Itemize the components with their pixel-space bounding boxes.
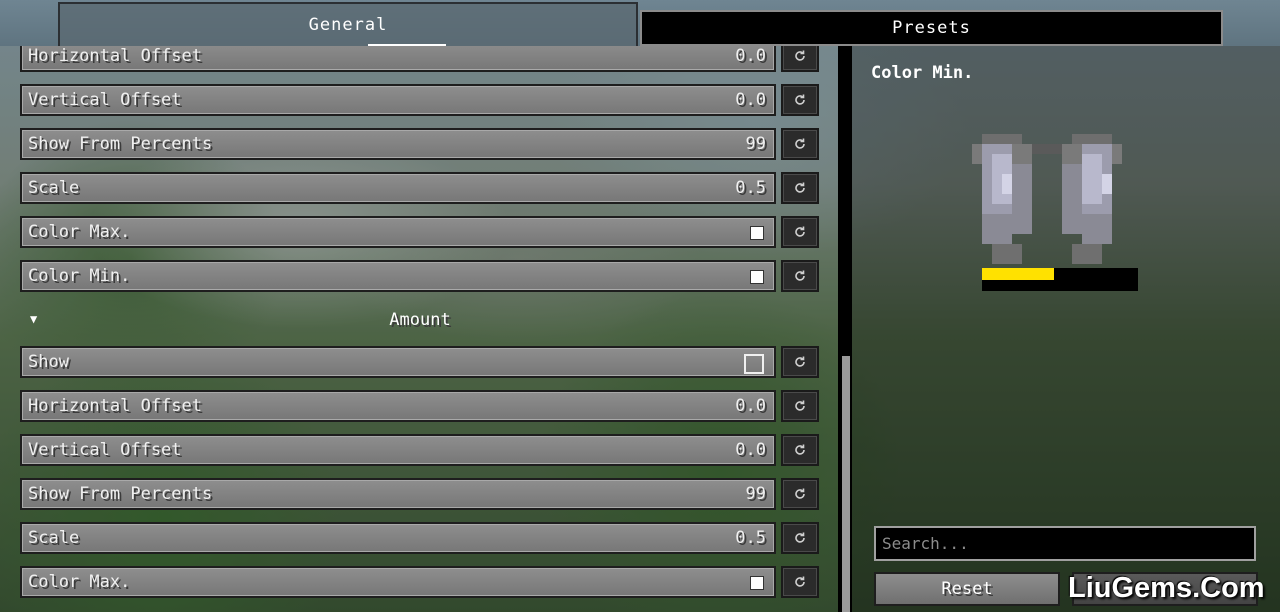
tab-general[interactable]: General (58, 2, 638, 46)
search-input[interactable] (874, 526, 1256, 561)
tab-presets-label: Presets (892, 18, 971, 38)
color-swatch[interactable] (750, 270, 764, 284)
number-field[interactable]: Vertical Offset 0.0 (20, 434, 776, 466)
color-swatch[interactable] (750, 576, 764, 590)
reset-setting-button[interactable] (781, 434, 819, 466)
durability-bar (982, 268, 1138, 291)
color-field[interactable]: Color Max. (20, 566, 776, 598)
setting-label: Vertical Offset (28, 440, 182, 460)
show-checkbox[interactable] (744, 354, 764, 374)
setting-value: 0.5 (735, 528, 766, 548)
setting-row-color-max: Color Max. (20, 566, 820, 598)
durability-bar-fill (982, 268, 1054, 280)
preview-title: Color Min. (871, 63, 974, 83)
settings-list: Horizontal Offset 0.0 Vertical Offset 0.… (0, 46, 838, 612)
reset-setting-button[interactable] (781, 390, 819, 422)
reset-button-label: Reset (941, 579, 993, 599)
setting-value: 0.0 (735, 440, 766, 460)
setting-label: Scale (28, 528, 80, 548)
setting-label: Scale (28, 178, 80, 198)
reset-icon (795, 400, 805, 411)
setting-row-scale: Scale 0.5 (20, 172, 820, 204)
color-field[interactable]: Color Max. (20, 216, 776, 248)
setting-row-show: Show (20, 346, 820, 378)
reset-icon (795, 138, 805, 149)
reset-setting-button[interactable] (781, 566, 819, 598)
reset-icon (795, 488, 805, 499)
reset-icon (795, 226, 805, 237)
number-field[interactable]: Scale 0.5 (20, 172, 776, 204)
setting-label: Show (28, 352, 69, 372)
reset-icon (795, 50, 805, 61)
reset-setting-button[interactable] (781, 172, 819, 204)
setting-label: Horizontal Offset (28, 46, 202, 66)
setting-label: Show From Percents (28, 134, 213, 154)
checkbox-field[interactable]: Show (20, 346, 776, 378)
setting-value: 0.0 (735, 90, 766, 110)
setting-row-color-max: Color Max. (20, 216, 820, 248)
reset-setting-button[interactable] (781, 478, 819, 510)
reset-setting-button[interactable] (781, 84, 819, 116)
setting-label: Show From Percents (28, 484, 213, 504)
number-field[interactable]: Scale 0.5 (20, 522, 776, 554)
setting-label: Color Max. (28, 222, 131, 242)
reset-icon (795, 182, 805, 193)
setting-row-vertical-offset: Vertical Offset 0.0 (20, 84, 820, 116)
tab-general-label: General (308, 15, 388, 35)
tab-presets[interactable]: Presets (640, 10, 1223, 46)
setting-value: 0.0 (735, 396, 766, 416)
number-field[interactable]: Horizontal Offset 0.0 (20, 46, 776, 72)
scrollbar-thumb[interactable] (842, 356, 850, 612)
reset-icon (795, 356, 805, 367)
setting-row-show-from-percents: Show From Percents 99 (20, 478, 820, 510)
reset-icon (795, 270, 805, 281)
setting-row-scale: Scale 0.5 (20, 522, 820, 554)
color-swatch[interactable] (750, 226, 764, 240)
reset-icon (795, 444, 805, 455)
reset-setting-button[interactable] (781, 346, 819, 378)
reset-setting-button[interactable] (781, 522, 819, 554)
setting-label: Color Max. (28, 572, 131, 592)
setting-label: Color Min. (28, 266, 131, 286)
setting-row-color-min: Color Min. (20, 260, 820, 292)
setting-row-show-from-percents: Show From Percents 99 (20, 128, 820, 160)
number-field[interactable]: Vertical Offset 0.0 (20, 84, 776, 116)
setting-value: 0.0 (735, 46, 766, 66)
setting-label: Vertical Offset (28, 90, 182, 110)
reset-setting-button[interactable] (781, 128, 819, 160)
setting-value: 99 (745, 134, 766, 154)
setting-row-horizontal-offset: Horizontal Offset 0.0 (20, 390, 820, 422)
reset-icon (795, 576, 805, 587)
tab-bar: General Presets (0, 0, 1280, 46)
section-header-amount[interactable]: ▼ Amount (20, 306, 820, 336)
number-field[interactable]: Show From Percents 99 (20, 478, 776, 510)
setting-row-vertical-offset: Vertical Offset 0.0 (20, 434, 820, 466)
reset-icon (795, 94, 805, 105)
color-field[interactable]: Color Min. (20, 260, 776, 292)
elytra-icon (972, 134, 1122, 264)
section-title: Amount (389, 310, 451, 330)
preview-panel: Color Min. Reset (852, 46, 1280, 612)
setting-value: 0.5 (735, 178, 766, 198)
reset-setting-button[interactable] (781, 260, 819, 292)
setting-value: 99 (745, 484, 766, 504)
reset-icon (795, 532, 805, 543)
setting-label: Horizontal Offset (28, 396, 202, 416)
number-field[interactable]: Horizontal Offset 0.0 (20, 390, 776, 422)
reset-setting-button[interactable] (781, 46, 819, 72)
reset-button[interactable]: Reset (874, 572, 1060, 606)
setting-row-horizontal-offset: Horizontal Offset 0.0 (20, 46, 820, 72)
reset-setting-button[interactable] (781, 216, 819, 248)
watermark-text: LiuGems.Com (1068, 572, 1265, 604)
number-field[interactable]: Show From Percents 99 (20, 128, 776, 160)
